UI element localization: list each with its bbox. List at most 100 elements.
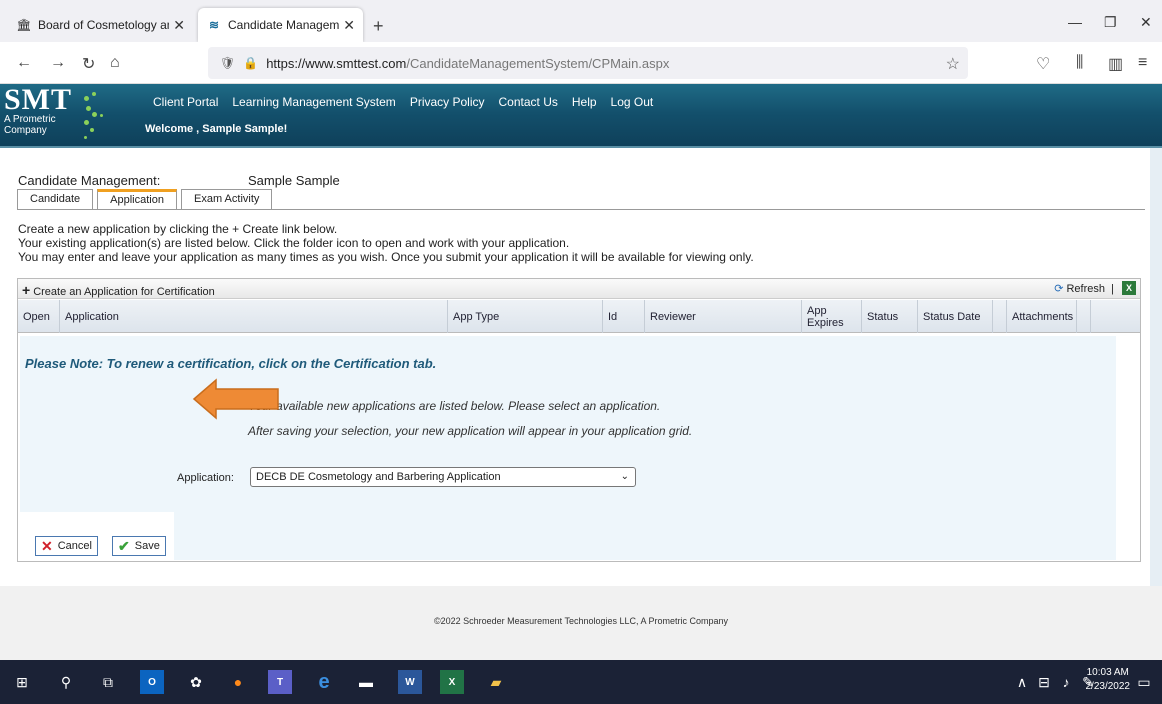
file-explorer-icon[interactable]: ▰ — [484, 670, 508, 694]
col-spacer — [993, 300, 1007, 333]
browser-tab-board[interactable]: 🏛 Board of Cosmetology and Barb ✕ — [8, 8, 193, 42]
home-icon[interactable]: ⌂ — [110, 54, 120, 72]
close-window-icon[interactable]: ✕ — [1140, 14, 1152, 31]
site-header: SMT A Prometric Company Client Portal Le… — [0, 84, 1162, 148]
logo-dots-icon — [80, 90, 120, 142]
back-icon[interactable]: ← — [16, 54, 32, 72]
page-edge — [1150, 148, 1162, 586]
refresh-button[interactable]: ⟳ Refresh | — [1054, 282, 1114, 295]
tab-exam-activity[interactable]: Exam Activity — [180, 189, 273, 209]
volume-icon[interactable]: ♪ — [1054, 670, 1078, 694]
col-spacer — [1077, 300, 1091, 333]
checkmark-icon: ✔ — [118, 537, 130, 554]
reload-icon[interactable]: ↻ — [82, 54, 95, 74]
nav-help[interactable]: Help — [572, 95, 597, 109]
smt-logo: SMT A Prometric Company — [4, 83, 73, 137]
address-bar[interactable]: 🛡 🔒 https://www.smttest.com/CandidateMan… — [208, 47, 968, 79]
chevron-down-icon: ⌄ — [620, 471, 629, 482]
edge-icon[interactable]: e — [312, 670, 336, 694]
restore-icon[interactable]: ❐ — [1104, 14, 1117, 31]
forward-icon[interactable]: → — [50, 54, 66, 72]
teams-icon[interactable]: T — [268, 670, 292, 694]
nav-client-portal[interactable]: Client Portal — [153, 95, 218, 109]
col-app-expires[interactable]: App Expires — [802, 300, 862, 333]
candidate-name: Sample Sample — [248, 173, 340, 188]
candidate-tabs: Candidate Application Exam Activity — [17, 189, 276, 209]
nav-learning-management[interactable]: Learning Management System — [232, 95, 395, 109]
col-id[interactable]: Id — [603, 300, 645, 333]
grid-header: Open Application App Type Id Reviewer Ap… — [18, 300, 1140, 333]
info-line-2: After saving your selection, your new ap… — [248, 424, 693, 438]
col-app-type[interactable]: App Type — [448, 300, 603, 333]
nav-privacy-policy[interactable]: Privacy Policy — [410, 95, 485, 109]
copyright-text: ©2022 Schroeder Measurement Technologies… — [433, 616, 729, 626]
minimize-icon[interactable]: — — [1068, 14, 1082, 30]
close-tab-icon[interactable]: ✕ — [343, 17, 355, 34]
application-select[interactable]: DECB DE Cosmetology and Barbering Applic… — [250, 467, 636, 487]
page-footer: ©2022 Schroeder Measurement Technologies… — [0, 586, 1162, 660]
notifications-icon[interactable]: ▭ — [1132, 670, 1156, 694]
excel-export-icon[interactable]: X — [1122, 281, 1136, 295]
col-application[interactable]: Application — [60, 300, 448, 333]
close-tab-icon[interactable]: ✕ — [173, 17, 185, 34]
tab-divider — [17, 209, 1145, 210]
col-reviewer[interactable]: Reviewer — [645, 300, 802, 333]
intro-line-2: Your existing application(s) are listed … — [18, 236, 570, 250]
col-status-date[interactable]: Status Date — [918, 300, 993, 333]
nav-contact-us[interactable]: Contact Us — [499, 95, 558, 109]
save-button[interactable]: ✔ Save — [112, 536, 166, 556]
seal-icon: 🏛 — [16, 18, 32, 32]
clock-time: 10:03 AM — [1086, 667, 1129, 678]
network-icon[interactable]: ⊟ — [1032, 670, 1056, 694]
application-select-value: DECB DE Cosmetology and Barbering Applic… — [256, 471, 501, 483]
refresh-label: Refresh — [1066, 283, 1106, 295]
windows-start-icon[interactable]: ⊞ — [10, 670, 34, 694]
system-clock[interactable]: 10:03 AM 2/23/2022 — [1086, 666, 1131, 694]
browser-nav-bar: ← → ↻ ⌂ 🛡 🔒 https://www.smttest.com/Cand… — [0, 42, 1162, 84]
cancel-button[interactable]: ✕ Cancel — [35, 536, 98, 556]
logo-subtitle: Company — [4, 125, 47, 136]
pocket-icon[interactable]: ♡ — [1036, 54, 1050, 74]
app-icon[interactable]: ✿ — [184, 670, 208, 694]
info-line-1: Your available new applications are list… — [248, 399, 661, 413]
tab-candidate[interactable]: Candidate — [17, 189, 94, 209]
tab-label: Board of Cosmetology and Barb — [38, 18, 169, 32]
orange-arrow-annotation — [192, 378, 279, 420]
menu-icon[interactable]: ≡ — [1138, 54, 1147, 72]
plus-icon: + — [22, 282, 31, 298]
create-application-link[interactable]: + Create an Application for Certification — [22, 282, 215, 298]
application-label: Application: — [177, 472, 234, 484]
sidebar-icon[interactable]: ▥ — [1108, 54, 1123, 74]
excel-icon[interactable]: X — [440, 670, 464, 694]
new-tab-icon[interactable]: + — [373, 16, 384, 37]
col-status[interactable]: Status — [862, 300, 918, 333]
outlook-icon[interactable]: O — [140, 670, 164, 694]
clock-date: 2/23/2022 — [1085, 681, 1131, 692]
nav-log-out[interactable]: Log Out — [611, 95, 654, 109]
cancel-label: Cancel — [57, 540, 92, 552]
search-icon[interactable]: ⚲ — [54, 670, 78, 694]
firefox-icon[interactable]: ● — [226, 670, 250, 694]
col-attachments[interactable]: Attachments — [1007, 300, 1077, 333]
application-grid: + Create an Application for Certification… — [17, 278, 1141, 562]
task-view-icon[interactable]: ⧉ — [96, 670, 120, 694]
shield-icon: 🛡 — [220, 56, 236, 70]
top-navigation: Client Portal Learning Management System… — [153, 95, 653, 109]
renewal-note: Please Note: To renew a certification, c… — [25, 356, 437, 371]
bookmark-star-icon[interactable]: ☆ — [946, 54, 960, 74]
candidate-management-label: Candidate Management: — [18, 173, 161, 188]
browser-tab-cms[interactable]: ≋ Candidate Management System ✕ — [198, 8, 363, 42]
tray-chevron-icon[interactable]: ∧ — [1010, 670, 1034, 694]
logo-text: SMT — [4, 83, 73, 116]
button-area: ✕ Cancel ✔ Save — [20, 512, 174, 560]
intro-line-3: You may enter and leave your application… — [18, 250, 754, 264]
col-open[interactable]: Open — [18, 300, 60, 333]
word-icon[interactable]: W — [398, 670, 422, 694]
main-content: Candidate Management: Sample Sample Cand… — [0, 148, 1162, 586]
library-icon[interactable]: ⫼ — [1076, 54, 1083, 72]
tab-application[interactable]: Application — [97, 189, 177, 209]
tab-label: Candidate Management System — [228, 18, 340, 32]
save-label: Save — [134, 540, 160, 552]
window-app-icon[interactable]: ▬ — [354, 670, 378, 694]
x-icon: ✕ — [41, 537, 53, 554]
